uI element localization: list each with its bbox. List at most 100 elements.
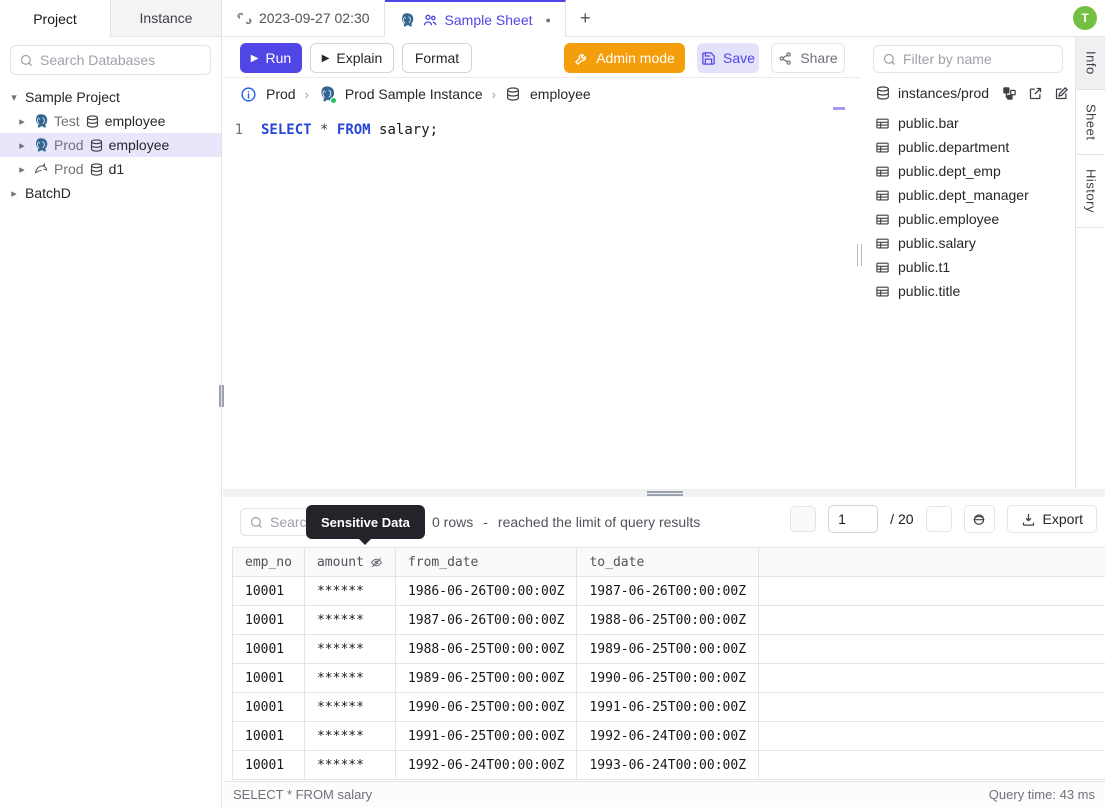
- database-icon: [89, 162, 104, 177]
- right-resize-handle[interactable]: [857, 244, 862, 266]
- cell: 1990-06-25T00:00:00Z: [394, 692, 578, 722]
- breadcrumb-environment[interactable]: Prod: [266, 86, 296, 102]
- header-row: emp_no amount from_date to_date: [232, 547, 1105, 577]
- column-header[interactable]: emp_no: [232, 547, 305, 577]
- format-button[interactable]: Format: [402, 43, 472, 73]
- table-row[interactable]: 10001 ****** 1986-06-26T00:00:00Z 1987-0…: [232, 576, 1105, 606]
- cell: 1992-06-24T00:00:00Z: [394, 750, 578, 780]
- chevron-right-icon: ›: [304, 86, 309, 102]
- table-name: public.t1: [898, 259, 951, 275]
- caret-right-icon: ▸: [19, 163, 25, 176]
- table-list-item[interactable]: public.salary: [861, 231, 1075, 255]
- editor-overview-ruler-mark: [833, 107, 845, 110]
- next-page-button[interactable]: [925, 506, 952, 532]
- external-link-icon[interactable]: [1028, 86, 1043, 101]
- run-label: Run: [265, 50, 292, 66]
- admin-mode-button[interactable]: Admin mode: [564, 43, 685, 73]
- table-list-item[interactable]: public.department: [861, 135, 1075, 159]
- toolbar: ▶ Run ▶ Explain Format Admin mode Save S…: [223, 37, 860, 78]
- cell-filler: [758, 605, 1105, 635]
- tab-sheet[interactable]: Sheet: [1076, 90, 1105, 156]
- new-tab-button[interactable]: +: [566, 0, 605, 36]
- column-header-masked[interactable]: amount: [303, 547, 396, 577]
- mysql-icon: [33, 161, 49, 177]
- table-row[interactable]: 10001 ****** 1992-06-24T00:00:00Z 1993-0…: [232, 750, 1105, 780]
- caret-right-icon: ▸: [19, 115, 25, 128]
- right-panel-tab-strip: Info Sheet History: [1075, 37, 1105, 489]
- cell-masked: ******: [303, 692, 396, 722]
- table-row[interactable]: 10001 ****** 1988-06-25T00:00:00Z 1989-0…: [232, 634, 1105, 664]
- cell: 1993-06-24T00:00:00Z: [576, 750, 760, 780]
- sql-editor[interactable]: 1 SELECT * FROM salary;: [223, 110, 845, 489]
- column-header[interactable]: to_date: [576, 547, 760, 577]
- breadcrumb-instance[interactable]: Prod Sample Instance: [345, 86, 483, 102]
- share-button[interactable]: Share: [771, 43, 845, 73]
- sql-keyword: FROM: [336, 122, 371, 138]
- export-button[interactable]: Export: [1006, 505, 1097, 533]
- prev-page-button[interactable]: [790, 506, 817, 532]
- cell-filler: [758, 663, 1105, 693]
- cell: 10001: [232, 750, 305, 780]
- save-button[interactable]: Save: [697, 43, 759, 73]
- table-name: public.department: [898, 139, 1010, 155]
- search-databases-input[interactable]: [40, 52, 202, 68]
- masking-button[interactable]: [963, 505, 995, 533]
- sql-operator: *: [320, 122, 329, 138]
- tree-node-prod-employee[interactable]: ▸ Prod employee: [0, 133, 221, 157]
- cell: 1989-06-25T00:00:00Z: [576, 634, 760, 664]
- table-row[interactable]: 10001 ****** 1991-06-25T00:00:00Z 1992-0…: [232, 721, 1105, 751]
- table-row[interactable]: 10001 ****** 1990-06-25T00:00:00Z 1991-0…: [232, 692, 1105, 722]
- table-row[interactable]: 10001 ****** 1989-06-25T00:00:00Z 1990-0…: [232, 663, 1105, 693]
- table-list-item[interactable]: public.bar: [861, 111, 1075, 135]
- table-list-item[interactable]: public.employee: [861, 207, 1075, 231]
- share-icon: [778, 51, 793, 66]
- tree-node-prod-d1[interactable]: ▸ Prod d1: [0, 157, 221, 181]
- run-button[interactable]: ▶ Run: [240, 43, 302, 73]
- page-number-input[interactable]: [828, 505, 879, 533]
- tab-instance[interactable]: Instance: [111, 0, 221, 36]
- database-icon: [875, 85, 891, 101]
- cell: 1991-06-25T00:00:00Z: [394, 721, 578, 751]
- masking-icon: [971, 511, 987, 527]
- table-list-item[interactable]: public.title: [861, 279, 1075, 303]
- limit-note: reached the limit of query results: [497, 514, 701, 530]
- tab-project[interactable]: Project: [0, 0, 111, 37]
- tab-history[interactable]: History: [1076, 155, 1105, 229]
- database-label: employee: [108, 137, 170, 153]
- table-row[interactable]: 10001 ****** 1987-06-26T00:00:00Z 1988-0…: [232, 605, 1105, 635]
- table-list-item[interactable]: public.dept_manager: [861, 183, 1075, 207]
- filter-by-name-input[interactable]: [903, 51, 1054, 67]
- table-list: public.bar public.department public.dept…: [861, 111, 1075, 303]
- table-list-item[interactable]: public.dept_emp: [861, 159, 1075, 183]
- tab-timestamp-sheet[interactable]: 2023-09-27 02:30: [223, 0, 385, 36]
- cell-masked: ******: [303, 634, 396, 664]
- table-list-item[interactable]: public.t1: [861, 255, 1075, 279]
- explain-button[interactable]: ▶ Explain: [310, 43, 394, 73]
- table-name: public.dept_emp: [898, 163, 1001, 179]
- tab-info[interactable]: Info: [1076, 37, 1105, 90]
- tree-node-test-employee[interactable]: ▸ Test employee: [0, 109, 221, 133]
- tree-node-sample-project[interactable]: ▾ Sample Project: [0, 85, 221, 109]
- schema-diagram-icon[interactable]: [1002, 86, 1017, 101]
- cell: 1988-06-25T00:00:00Z: [576, 605, 760, 635]
- tab-sample-sheet[interactable]: Sample Sheet ●: [384, 0, 566, 37]
- avatar[interactable]: T: [1073, 6, 1097, 30]
- left-resize-handle[interactable]: [219, 385, 224, 407]
- horizontal-resize-handle[interactable]: [647, 491, 683, 496]
- result-status-bar: SELECT * FROM salary Query time: 43 ms: [223, 781, 1105, 807]
- edit-icon[interactable]: [1054, 86, 1069, 101]
- cell: 1987-06-26T00:00:00Z: [576, 576, 760, 606]
- connection-row[interactable]: instances/prod: [875, 85, 1069, 101]
- sql-editor-app: Project Instance ▾ Sample Project ▸ Test: [0, 0, 1105, 807]
- breadcrumb-database[interactable]: employee: [530, 86, 591, 102]
- info-icon[interactable]: [240, 86, 257, 103]
- cell: 10001: [232, 634, 305, 664]
- column-header[interactable]: from_date: [394, 547, 578, 577]
- table-name: public.bar: [898, 115, 959, 131]
- postgresql-icon: [33, 113, 49, 129]
- wrench-icon: [574, 51, 589, 66]
- cell-filler: [758, 576, 1105, 606]
- tree-node-batchd[interactable]: ▸ BatchD: [0, 181, 221, 205]
- postgresql-icon: [33, 137, 49, 153]
- table-icon: [875, 188, 890, 203]
